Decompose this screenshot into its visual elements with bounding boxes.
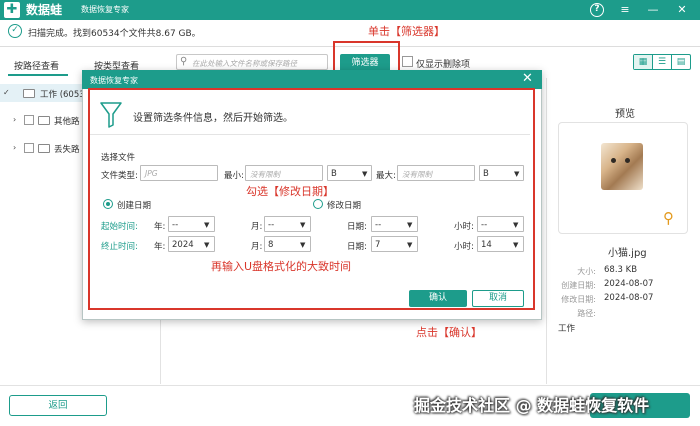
- app-name: 数据蛙: [26, 3, 63, 17]
- annotation-box-dialog: [88, 88, 535, 310]
- preview-image: [601, 143, 643, 190]
- tree-checkbox[interactable]: [24, 143, 34, 153]
- help-icon[interactable]: ?: [590, 3, 604, 17]
- watermark: 掘金技术社区 @ 数据蛙恢复软件: [414, 396, 650, 415]
- search-icon: ⚲: [180, 56, 188, 67]
- path-label: 路径:: [577, 309, 596, 318]
- close-icon[interactable]: ✕: [674, 2, 690, 18]
- dialog-title: 数据恢复专家: [90, 76, 138, 85]
- folder-icon: [38, 144, 50, 153]
- zoom-icon[interactable]: ⚲: [663, 209, 674, 227]
- drive-icon: [23, 89, 35, 98]
- menu-icon[interactable]: ≡: [617, 2, 633, 18]
- modified-value: 2024-08-07: [604, 293, 654, 303]
- logo-icon: ✚: [4, 2, 20, 18]
- tree-checkbox[interactable]: [24, 115, 34, 125]
- search-placeholder: 在此处输入文件名称或保存路径: [192, 59, 297, 68]
- list-view-icon[interactable]: ☰: [653, 55, 672, 69]
- check-icon: ✓: [8, 24, 22, 38]
- minimize-icon[interactable]: —: [645, 2, 661, 18]
- preview-image-detail: [625, 158, 630, 163]
- divider: [546, 78, 547, 384]
- size-label: 大小:: [577, 267, 596, 276]
- deleted-only-label: 仅显示删除项: [416, 60, 471, 70]
- tree-item-work[interactable]: 工作 (6053: [40, 88, 85, 100]
- tab-underline: [8, 74, 68, 76]
- app-subtitle: 数据恢复专家: [81, 5, 129, 14]
- grid-view-icon[interactable]: ▦: [634, 55, 653, 69]
- divider: [0, 385, 700, 386]
- expand-icon[interactable]: ›: [13, 143, 16, 152]
- view-mode-switch: ▦ ☰ ▤: [633, 54, 691, 70]
- annotation-click-confirm: 点击【确认】: [416, 326, 482, 339]
- modified-label: 修改日期:: [561, 295, 596, 304]
- annotation-click-filter: 单击【筛选器】: [368, 25, 445, 38]
- dialog-title-bar: [82, 70, 542, 89]
- tree-item-lost[interactable]: 丢失路: [54, 143, 80, 155]
- preview-file-name: 小猫.jpg: [608, 248, 647, 259]
- size-value: 68.3 KB: [604, 265, 638, 275]
- back-button[interactable]: 返回: [9, 395, 107, 416]
- detail-view-icon[interactable]: ▤: [672, 55, 690, 69]
- tab-by-path[interactable]: 按路径查看: [14, 59, 59, 72]
- created-value: 2024-08-07: [604, 279, 654, 289]
- preview-title: 预览: [615, 109, 635, 120]
- deleted-only-checkbox[interactable]: [402, 56, 413, 67]
- scan-status: 扫描完成。找到60534个文件共8.67 GB。: [28, 29, 201, 39]
- folder-icon: [38, 116, 50, 125]
- expand-icon[interactable]: ›: [13, 115, 16, 124]
- preview-image-detail: [611, 158, 616, 163]
- dialog-close-icon[interactable]: ✕: [522, 72, 533, 86]
- path-value: 工作: [558, 324, 576, 334]
- tree-item-other[interactable]: 其他路: [54, 115, 80, 127]
- created-label: 创建日期:: [561, 281, 596, 290]
- chevron-down-icon[interactable]: ✓: [3, 88, 10, 97]
